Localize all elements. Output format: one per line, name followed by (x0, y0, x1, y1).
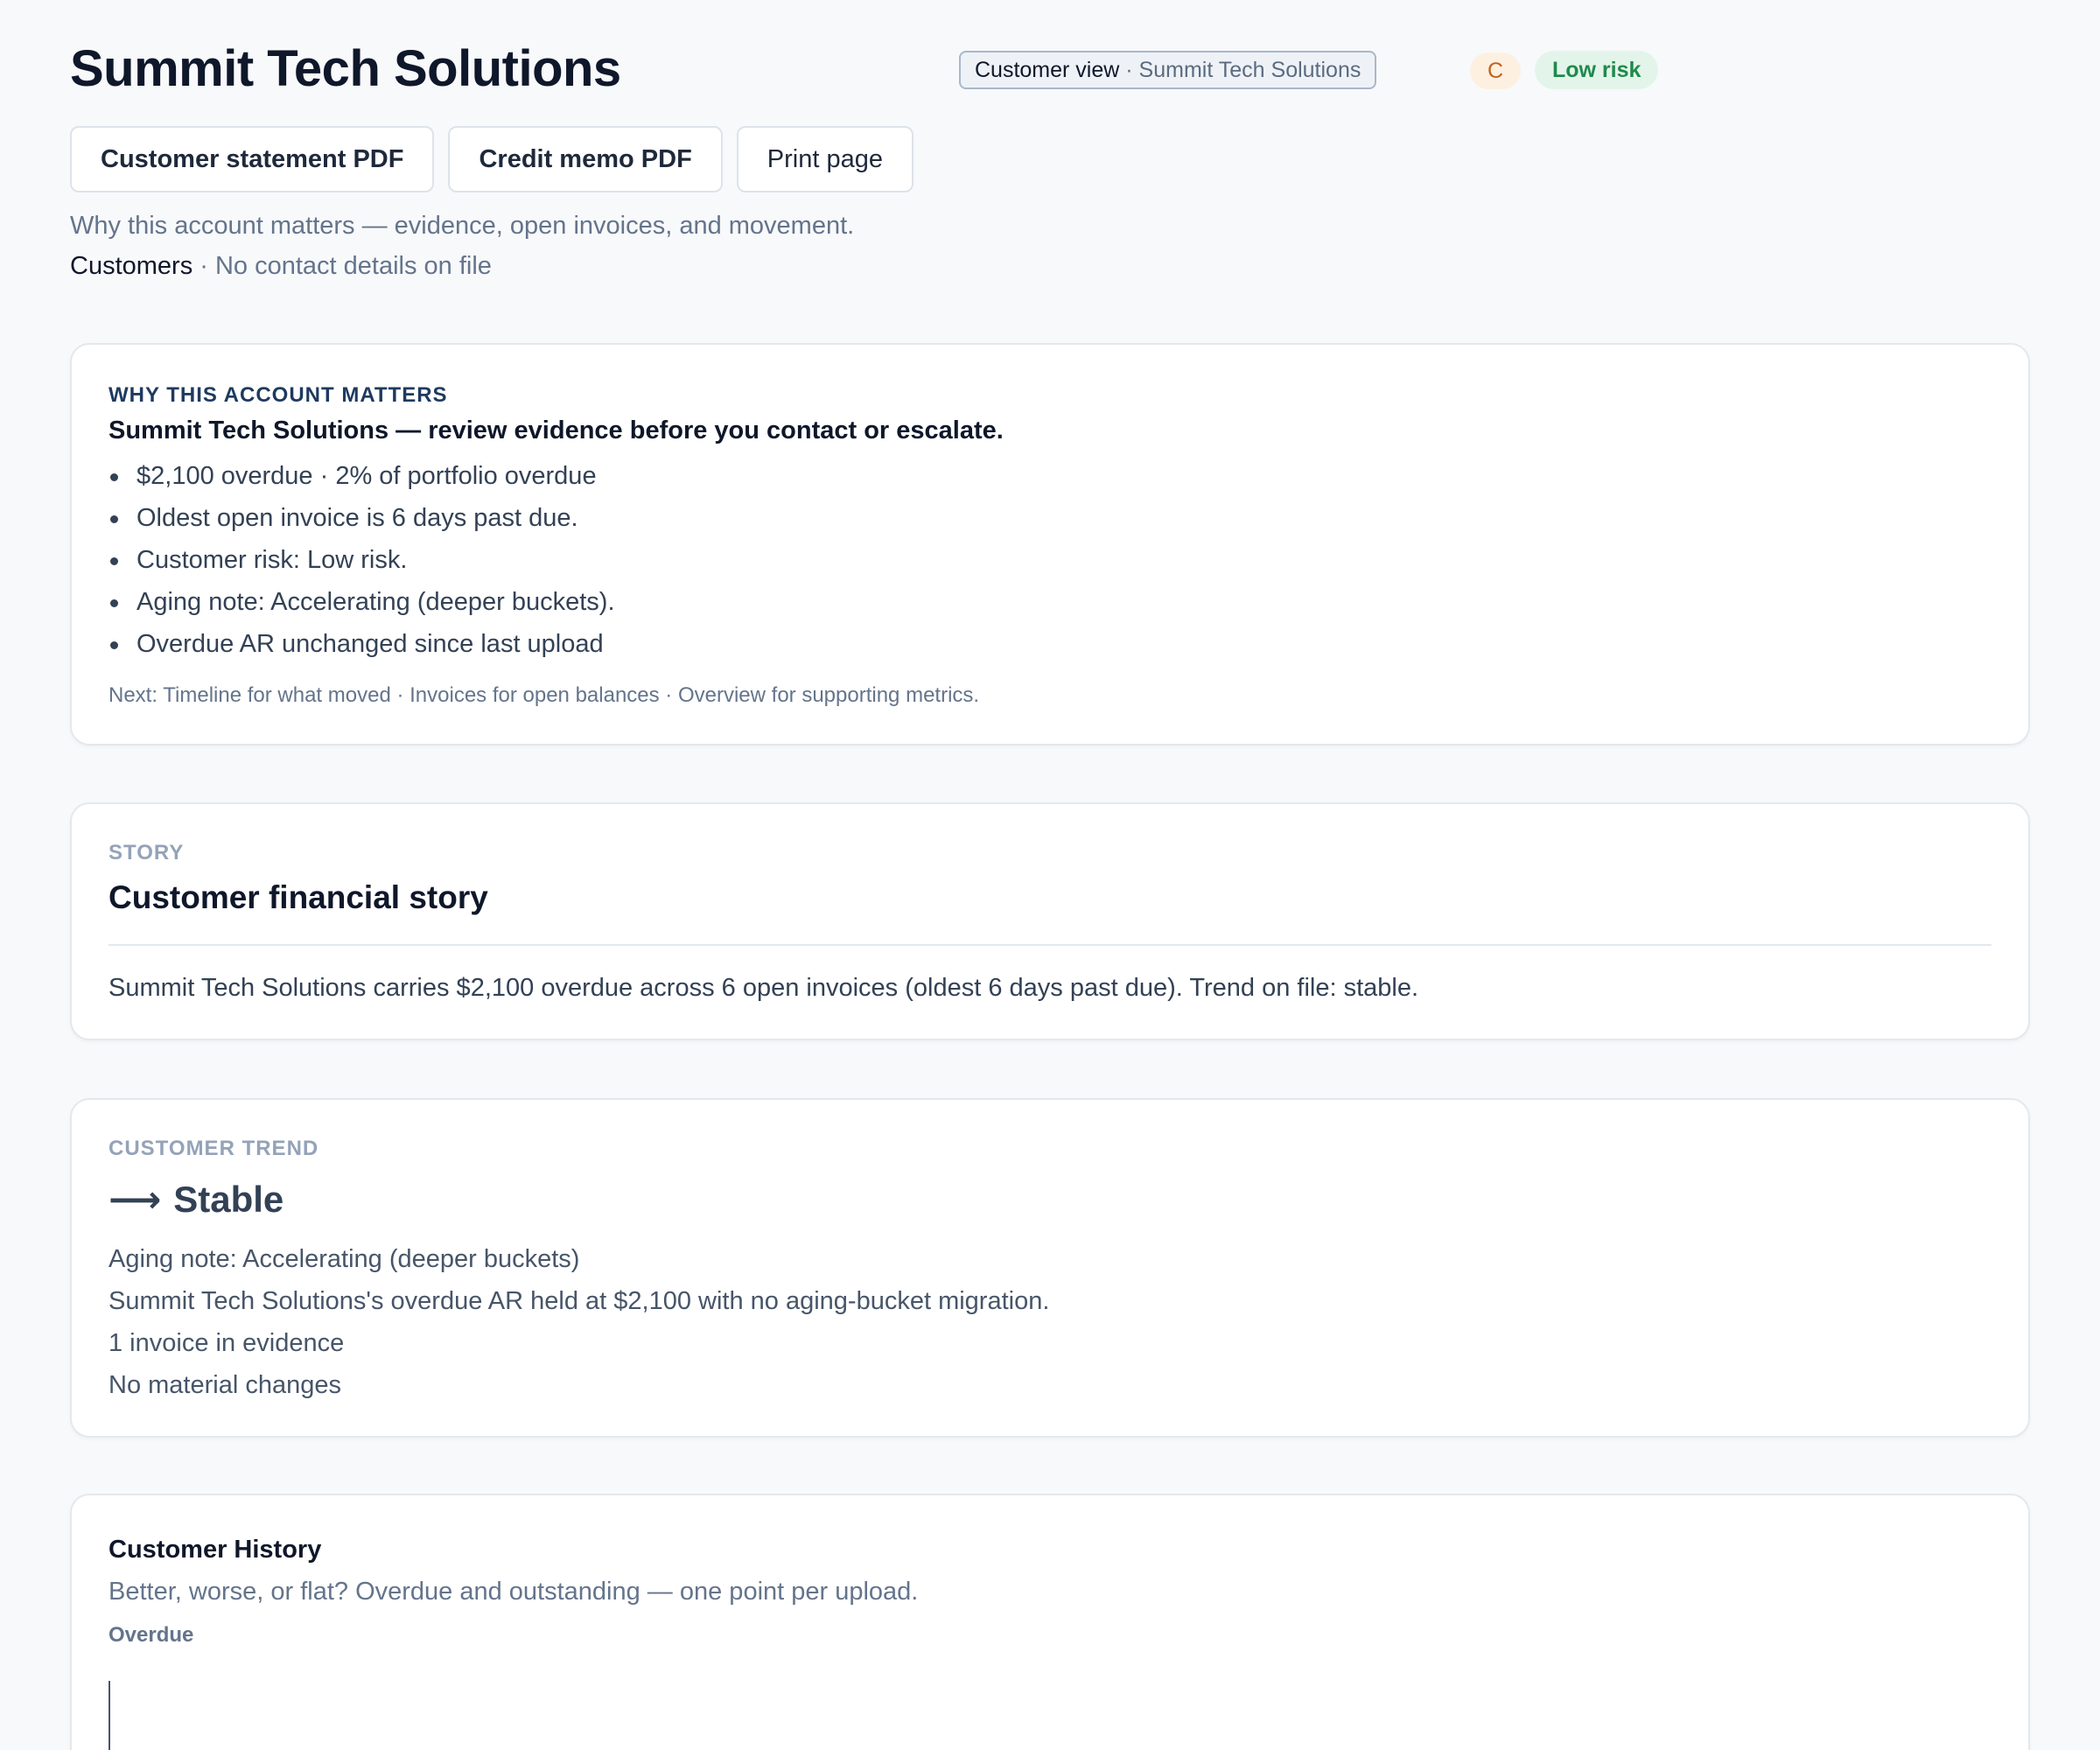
trend-label: Stable (173, 1179, 284, 1220)
arrow-right-icon: ⟶ (108, 1179, 162, 1220)
list-item: Customer risk: Low risk. (108, 539, 615, 581)
story-eyebrow: STORY (108, 841, 185, 864)
breadcrumb-customers-link[interactable]: Customers (70, 252, 192, 280)
page-title: Summit Tech Solutions (70, 40, 621, 97)
page-subtitle: Why this account matters — evidence, ope… (70, 212, 855, 240)
list-item: Overdue AR unchanged since last upload (108, 623, 615, 665)
history-subtitle: Better, worse, or flat? Overdue and outs… (108, 1578, 919, 1606)
credit-memo-pdf-button[interactable]: Credit memo PDF (448, 126, 723, 192)
divider (108, 944, 1992, 946)
breadcrumb-contact-detail: · No contact details on file (192, 252, 492, 280)
trend-eyebrow: CUSTOMER TREND (108, 1137, 319, 1160)
history-title: Customer History (108, 1536, 322, 1564)
why-headline: Summit Tech Solutions — review evidence … (108, 416, 1004, 444)
customer-trend-card: CUSTOMER TREND ⟶ Stable Aging note: Acce… (70, 1098, 2030, 1438)
why-eyebrow: WHY THIS ACCOUNT MATTERS (108, 383, 448, 407)
story-text: Summit Tech Solutions carries $2,100 ove… (108, 974, 1419, 1002)
customer-history-card: Customer History Better, worse, or flat?… (70, 1494, 2030, 1750)
list-item: Aging note: Accelerating (deeper buckets… (108, 581, 615, 623)
customer-statement-pdf-button[interactable]: Customer statement PDF (70, 126, 435, 192)
trend-status: ⟶ Stable (108, 1175, 284, 1224)
action-bar: Customer statement PDF Credit memo PDF P… (70, 126, 914, 192)
why-account-matters-card: WHY THIS ACCOUNT MATTERS Summit Tech Sol… (70, 343, 2030, 746)
why-bullet-list: $2,100 overdue · 2% of portfolio overdue… (108, 455, 615, 665)
trend-summary: Summit Tech Solutions's overdue AR held … (108, 1287, 1050, 1315)
print-page-button[interactable]: Print page (736, 126, 914, 192)
customer-view-pill[interactable]: Customer view · Summit Tech Solutions (959, 51, 1377, 89)
history-series-label: Overdue (108, 1623, 194, 1647)
story-title: Customer financial story (108, 879, 488, 915)
page-header: Summit Tech Solutions Customer view · Su… (70, 38, 2030, 100)
trend-aging-note: Aging note: Accelerating (deeper buckets… (108, 1245, 580, 1273)
view-pill-separator: · (1119, 58, 1139, 82)
breadcrumb: Customers · No contact details on file (70, 248, 492, 284)
story-card: STORY Customer financial story Summit Te… (70, 802, 2030, 1040)
list-item: Oldest open invoice is 6 days past due. (108, 497, 615, 539)
view-pill-label: Customer view (975, 58, 1120, 82)
trend-details: Aging note: Accelerating (deeper buckets… (108, 1238, 1049, 1406)
customer-detail-page: Summit Tech Solutions Customer view · Su… (0, 0, 2100, 1750)
why-next-steps: Next: Timeline for what moved · Invoices… (108, 683, 980, 707)
avatar: C (1470, 52, 1521, 89)
trend-changes: No material changes (108, 1371, 341, 1399)
risk-badge: Low risk (1535, 51, 1659, 89)
view-pill-context: Summit Tech Solutions (1138, 58, 1362, 82)
chart-y-axis (108, 1681, 110, 1750)
list-item: $2,100 overdue · 2% of portfolio overdue (108, 455, 615, 497)
trend-evidence-count: 1 invoice in evidence (108, 1329, 345, 1357)
